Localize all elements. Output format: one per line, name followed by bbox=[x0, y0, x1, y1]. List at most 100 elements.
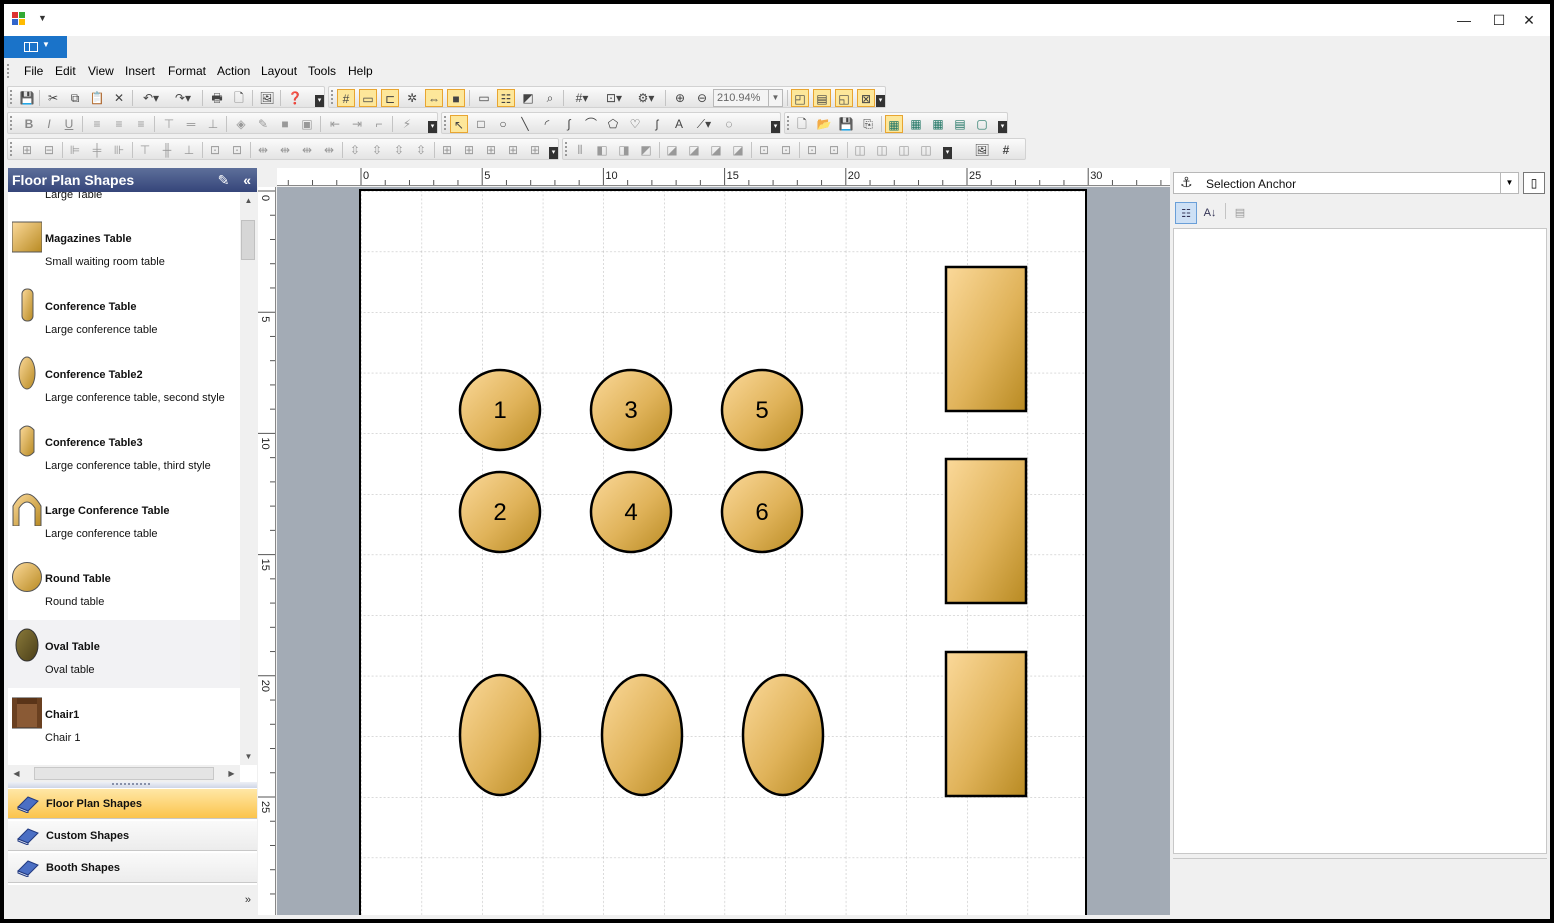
3d-view-icon[interactable]: ◩ bbox=[519, 89, 537, 107]
space-icon-5[interactable]: ⇹ bbox=[298, 141, 316, 159]
lightning-icon[interactable]: ⚡ bbox=[398, 115, 416, 133]
drawing-workspace[interactable]: 1 3 5 2 4 6 bbox=[277, 187, 1170, 915]
menu-view[interactable]: View bbox=[88, 64, 114, 78]
size-icon-3[interactable]: ⇳ bbox=[390, 141, 408, 159]
layout-icon-1[interactable]: ▦ bbox=[885, 115, 903, 133]
round-table[interactable]: 1 bbox=[458, 368, 542, 452]
space-icon-1[interactable]: ⊡ bbox=[206, 141, 224, 159]
collapse-panel-icon[interactable]: « bbox=[243, 172, 251, 188]
cut-icon[interactable]: ✂ bbox=[44, 89, 62, 107]
round-table[interactable]: 5 bbox=[720, 368, 804, 452]
curve-icon[interactable]: ∫ bbox=[560, 115, 578, 133]
shape-item-oval-table[interactable]: Oval Table Oval table bbox=[8, 620, 240, 688]
toolbar-overflow-icon[interactable]: ▾ bbox=[549, 147, 558, 159]
property-grid[interactable] bbox=[1173, 228, 1547, 854]
redo-icon[interactable]: ↷▾ bbox=[170, 89, 196, 107]
oval-table[interactable] bbox=[458, 673, 542, 797]
scroll-thumb[interactable] bbox=[241, 220, 255, 260]
shadow-style-icon[interactable]: ■ bbox=[276, 115, 294, 133]
center-icon-4[interactable]: ⊞ bbox=[504, 141, 522, 159]
group-shapes-icon[interactable]: ⊡ bbox=[755, 141, 773, 159]
polygon-icon[interactable]: ⬠ bbox=[604, 115, 622, 133]
category-custom-shapes[interactable]: Custom Shapes bbox=[8, 821, 257, 851]
snap-icon[interactable]: ✲ bbox=[403, 89, 421, 107]
center-icon-2[interactable]: ⊞ bbox=[460, 141, 478, 159]
zoom-combo[interactable]: 210.94% ▼ bbox=[713, 89, 783, 107]
size-icon-4[interactable]: ⇳ bbox=[412, 141, 430, 159]
align-bottom-icon[interactable]: ⊥ bbox=[204, 115, 222, 133]
toolbar-overflow-icon[interactable]: ▾ bbox=[876, 95, 885, 107]
align-middle-icon[interactable]: ═ bbox=[182, 115, 200, 133]
round-table[interactable]: 6 bbox=[720, 470, 804, 554]
no-print-icon[interactable]: ⊠ bbox=[857, 89, 875, 107]
dock-icon-2[interactable]: ◫ bbox=[873, 141, 891, 159]
toolbar-grip[interactable] bbox=[331, 90, 334, 104]
table-icon[interactable]: ▤ bbox=[813, 89, 831, 107]
lasso-icon[interactable]: ◌ bbox=[720, 115, 738, 133]
send-back-icon[interactable]: ◪ bbox=[685, 141, 703, 159]
scroll-left-icon[interactable]: ◀ bbox=[8, 765, 25, 782]
grid-settings-icon[interactable]: #▾ bbox=[569, 89, 595, 107]
bold-icon[interactable]: B bbox=[20, 115, 38, 133]
underline-icon[interactable]: U bbox=[60, 115, 78, 133]
polyline-icon[interactable]: ⌒ bbox=[582, 115, 600, 133]
open-folder-icon[interactable]: 📂 bbox=[815, 115, 833, 133]
new-document-icon[interactable]: 🗋 bbox=[793, 115, 811, 133]
insert-image-icon[interactable]: 🖼 bbox=[258, 89, 276, 107]
edit-library-icon[interactable]: ✎ bbox=[218, 172, 230, 188]
shape-item-chair1[interactable]: Chair1 Chair 1 bbox=[8, 688, 240, 756]
connector-style-icon[interactable]: ⌐ bbox=[370, 115, 388, 133]
insert-picture-icon[interactable]: 🖼 bbox=[973, 141, 991, 159]
page-view-icon[interactable]: ▭ bbox=[475, 89, 493, 107]
line-end-icon[interactable]: ⇥ bbox=[348, 115, 366, 133]
align-icon-6[interactable]: ⊤ bbox=[136, 141, 154, 159]
rectangular-table[interactable] bbox=[944, 265, 1028, 413]
align-top-icon[interactable]: ⊤ bbox=[160, 115, 178, 133]
toolbar-grip[interactable] bbox=[787, 116, 790, 130]
shape-item-conference-table2[interactable]: Conference Table2 Large conference table… bbox=[8, 348, 240, 416]
scroll-thumb[interactable] bbox=[34, 767, 214, 780]
grid-icon[interactable]: # bbox=[337, 89, 355, 107]
copy-icon[interactable]: ⧉ bbox=[66, 89, 84, 107]
menu-help[interactable]: Help bbox=[348, 64, 373, 78]
ellipse-icon[interactable]: ○ bbox=[494, 115, 512, 133]
toolbar-overflow-icon[interactable]: ▾ bbox=[771, 121, 780, 133]
shape-item-magazines-table[interactable]: Magazines Table Small waiting room table bbox=[8, 212, 240, 280]
snap-settings-icon[interactable]: ⊡▾ bbox=[601, 89, 627, 107]
toolbar-grip[interactable] bbox=[444, 116, 447, 130]
align-icon-1[interactable]: ⊞ bbox=[18, 141, 36, 159]
rotate-icon-2[interactable]: ◨ bbox=[615, 141, 633, 159]
round-table[interactable]: 3 bbox=[589, 368, 673, 452]
category-floor-plan-shapes[interactable]: Floor Plan Shapes bbox=[8, 789, 257, 819]
align-icon-5[interactable]: ⊪ bbox=[110, 141, 128, 159]
closed-curve-icon[interactable]: ♡ bbox=[626, 115, 644, 133]
chevron-down-icon[interactable]: ▼ bbox=[768, 90, 782, 106]
save-as-icon[interactable]: 💾 bbox=[837, 115, 855, 133]
center-icon-3[interactable]: ⊞ bbox=[482, 141, 500, 159]
shape-item-conference-table[interactable]: Conference Table Large conference table bbox=[8, 280, 240, 348]
object-selector[interactable]: ⚓ Selection Anchor ▼ bbox=[1173, 172, 1519, 194]
fit-width-icon[interactable]: ⇔ bbox=[425, 89, 443, 107]
space-icon-6[interactable]: ⇹ bbox=[320, 141, 338, 159]
group-icon[interactable]: ▣ bbox=[298, 115, 316, 133]
vertical-ruler[interactable]: 0 5 10 15 20 25 bbox=[258, 187, 276, 915]
close-button[interactable]: ✕ bbox=[1515, 8, 1543, 32]
zoom-in-icon[interactable]: ⊕ bbox=[671, 89, 689, 107]
freehand-icon[interactable]: ʃ bbox=[648, 115, 666, 133]
minimize-button[interactable]: — bbox=[1450, 8, 1478, 32]
zoom-out-icon[interactable]: ⊖ bbox=[693, 89, 711, 107]
pointer-icon[interactable]: ↖ bbox=[450, 115, 468, 133]
shape-item-large-conference-table[interactable]: Large Conference Table Large conference … bbox=[8, 484, 240, 552]
quick-access-dropdown-icon[interactable]: ▼ bbox=[38, 13, 47, 23]
union-icon[interactable]: ⊡ bbox=[803, 141, 821, 159]
align-icon-3[interactable]: ⊫ bbox=[66, 141, 84, 159]
space-icon-4[interactable]: ⇹ bbox=[276, 141, 294, 159]
toolbar-overflow-icon[interactable]: ▾ bbox=[943, 147, 952, 159]
line-icon[interactable]: ╲ bbox=[516, 115, 534, 133]
pin-panel-button[interactable]: ▯ bbox=[1523, 172, 1545, 194]
print-preview-icon[interactable]: 🗋 bbox=[230, 89, 248, 107]
oval-table[interactable] bbox=[600, 673, 684, 797]
delete-icon[interactable]: ✕ bbox=[110, 89, 128, 107]
connector-icon[interactable]: ⟋▾ bbox=[692, 115, 716, 133]
size-icon-1[interactable]: ⇳ bbox=[346, 141, 364, 159]
